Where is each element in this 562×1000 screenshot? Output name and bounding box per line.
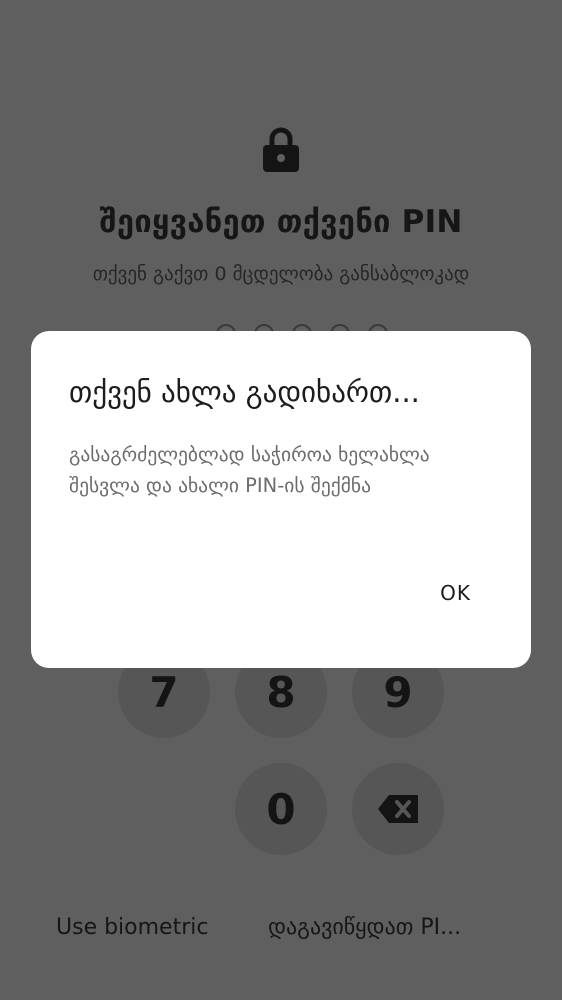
pin-title: შეიყვანეთ თქვენი PIN xyxy=(99,204,463,240)
lock-icon xyxy=(263,127,299,172)
logout-dialog: თქვენ ახლა გადიხართ... გასაგრძელებლად სა… xyxy=(31,331,531,668)
key-0[interactable]: 0 xyxy=(235,763,327,855)
backspace-button[interactable] xyxy=(352,763,444,855)
dialog-title: თქვენ ახლა გადიხართ... xyxy=(69,375,420,409)
forgot-pin-button[interactable]: დაგავიწყდათ PI... xyxy=(268,915,461,940)
backspace-icon xyxy=(378,795,418,823)
use-biometric-button[interactable]: Use biometric xyxy=(56,915,208,940)
ok-button[interactable]: OK xyxy=(440,581,471,605)
attempts-remaining-text: თქვენ გაქვთ 0 მცდელობა განსაბლოკად xyxy=(92,263,470,285)
dialog-message: გასაგრძელებლად საჭიროა ხელახლა შესვლა და… xyxy=(69,443,430,497)
